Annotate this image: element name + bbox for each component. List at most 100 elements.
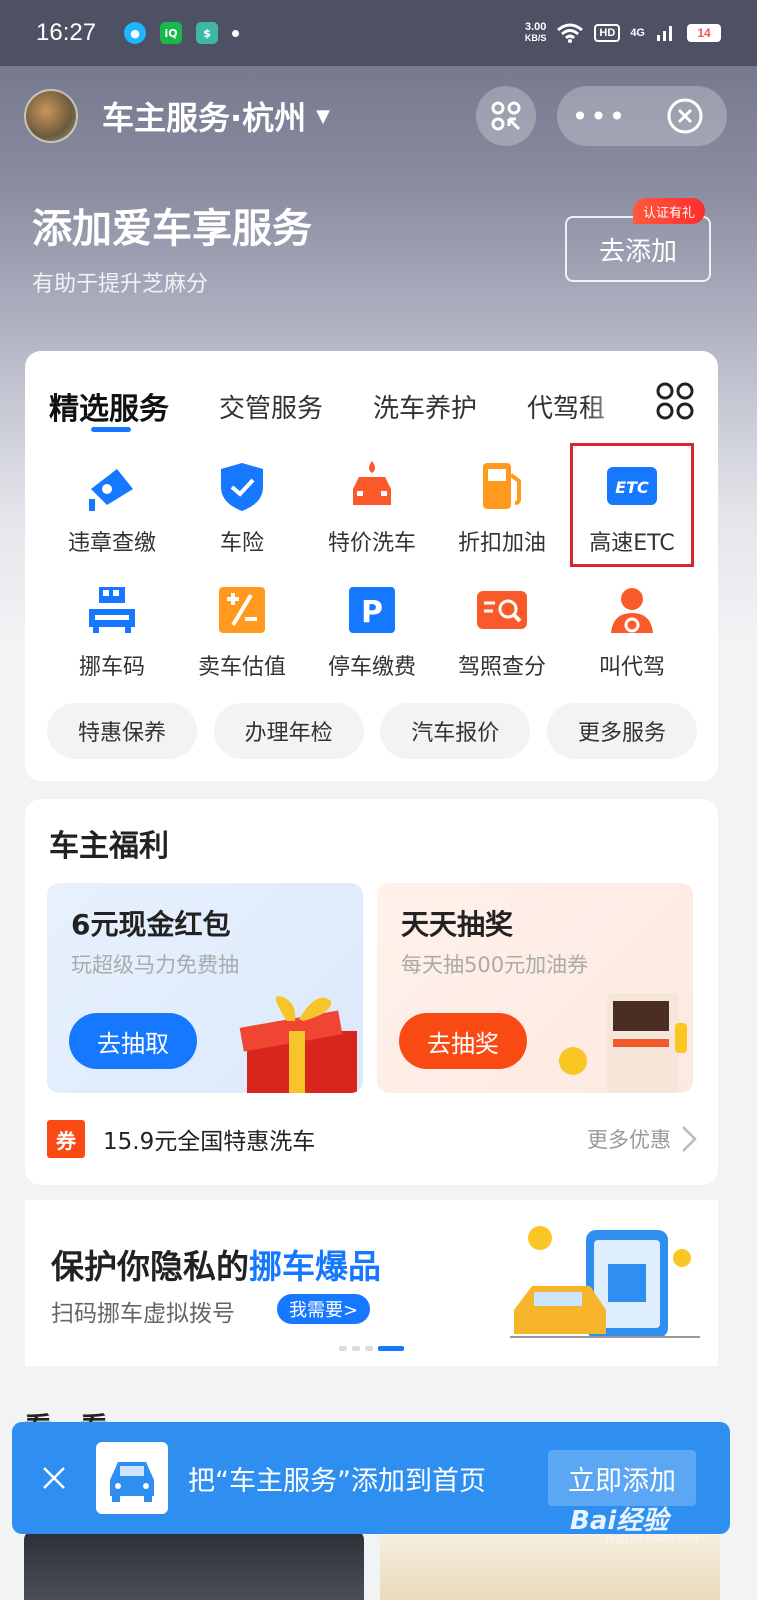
chip-maintenance[interactable]: 特惠保养 <box>47 703 197 759</box>
move-car-icon <box>85 583 139 637</box>
claim-button[interactable]: 去抽取 <box>69 1013 197 1069</box>
carousel-dot <box>339 1346 347 1351</box>
add-bar-close-button[interactable] <box>12 1465 96 1491</box>
close-icon <box>43 1467 65 1489</box>
mini-app-capsule: ••• <box>557 86 727 146</box>
signal-label: 4G <box>630 27 645 39</box>
service-move-car[interactable]: 挪车码 <box>47 583 177 680</box>
chevron-right-icon <box>682 1126 697 1152</box>
service-label: 叫代驾 <box>598 655 665 680</box>
close-button[interactable] <box>642 96 727 136</box>
service-tabs: 精选服务 交管服务 洗车养护 代驾租 <box>49 381 669 431</box>
mini-app-header: 车主服务·杭州 ▼ ••• <box>24 84 734 148</box>
draw-button[interactable]: 去抽奖 <box>399 1013 527 1069</box>
red-packet-card[interactable]: 6元现金红包 玩超级马力免费抽 去抽取 <box>47 883 363 1093</box>
city-dropdown-icon[interactable]: ▼ <box>316 106 330 127</box>
add-now-button[interactable]: 立即添加 <box>548 1450 696 1506</box>
driver-icon <box>605 583 659 637</box>
status-bar: 16:27 ● iQ $ 3.00 KB/S HD 4G 14 <box>0 0 757 66</box>
carousel-dot <box>365 1346 373 1351</box>
service-license-points[interactable]: 驾照查分 <box>437 583 567 680</box>
tab-active-indicator <box>91 427 131 432</box>
page-title[interactable]: 车主服务·杭州 <box>102 93 306 139</box>
service-label: 卖车估值 <box>197 655 286 680</box>
service-parking[interactable]: P 停车缴费 <box>307 583 437 680</box>
add-bar-text: 把“车主服务”添加到首页 <box>188 1465 486 1497</box>
camera-icon <box>85 459 139 513</box>
car-wash-icon <box>345 459 399 513</box>
banner-title-highlight: 挪车爆品 <box>249 1247 381 1286</box>
service-label: 驾照查分 <box>457 655 546 680</box>
content-thumbnail[interactable] <box>24 1530 364 1600</box>
grid-icon <box>656 382 694 420</box>
service-violation[interactable]: 违章查缴 <box>47 459 177 556</box>
service-fuel[interactable]: 折扣加油 <box>437 459 567 556</box>
avatar[interactable] <box>24 89 78 143</box>
wallet-icon: $ <box>196 22 219 44</box>
banner-title-prefix: 保护你隐私的 <box>51 1247 249 1286</box>
calculator-icon <box>215 583 269 637</box>
more-button[interactable]: ••• <box>557 100 642 133</box>
all-tabs-button[interactable] <box>655 381 695 421</box>
more-deals-link[interactable]: 更多优惠 <box>587 1124 697 1154</box>
app-icon <box>96 1442 168 1514</box>
net-speed-value: 3.00 <box>524 21 547 33</box>
chip-more-services[interactable]: 更多服务 <box>546 703 697 759</box>
license-search-icon <box>475 583 529 637</box>
watermark-logo: Bai经验 <box>570 1506 669 1536</box>
notification-dot-icon <box>232 29 240 37</box>
more-deals-label: 更多优惠 <box>587 1128 671 1152</box>
battery-indicator: 14 <box>687 24 721 42</box>
scan-icon <box>491 101 521 131</box>
service-insurance[interactable]: 车险 <box>177 459 307 556</box>
service-label: 特价洗车 <box>327 531 416 556</box>
etc-icon: ETC <box>605 459 659 513</box>
watermark-url: jingyan.baidu.com <box>606 1534 699 1545</box>
status-right: 3.00 KB/S HD 4G 14 <box>525 22 721 44</box>
banner-cta-button[interactable]: 我需要> <box>277 1294 371 1324</box>
lottery-subtitle: 每天抽500元加油券 <box>401 953 589 977</box>
tab-traffic[interactable]: 交管服务 <box>219 388 323 425</box>
shield-icon <box>215 459 269 513</box>
daily-lottery-card[interactable]: 天天抽奖 每天抽500元加油券 去抽奖 <box>377 883 693 1093</box>
coupon-text: 15.9元全国特惠洗车 <box>103 1129 316 1155</box>
tab-featured[interactable]: 精选服务 <box>49 384 169 428</box>
chip-car-price[interactable]: 汽车报价 <box>380 703 531 759</box>
welfare-title: 车主福利 <box>49 829 169 864</box>
service-etc[interactable]: ETC 高速ETC <box>567 443 697 567</box>
promo-banner[interactable]: 保护你隐私的挪车爆品 扫码挪车虚拟拨号 我需要> <box>25 1200 718 1366</box>
service-carwash[interactable]: 特价洗车 <box>307 459 437 556</box>
banner-title: 保护你隐私的挪车爆品 <box>51 1240 381 1288</box>
carousel-dot-active <box>378 1346 404 1351</box>
reward-badge: 认证有礼 <box>633 198 706 224</box>
service-label: 高速ETC <box>589 531 675 556</box>
service-label: 车险 <box>219 531 264 556</box>
red-packet-subtitle: 玩超级马力免费抽 <box>71 953 239 977</box>
chip-annual-inspection[interactable]: 办理年检 <box>213 703 364 759</box>
service-grid: 违章查缴 车险 特价洗车 折扣加油 ETC 高速ETC 挪车码 卖车估值 P 停… <box>47 443 697 680</box>
service-label: 违章查缴 <box>67 531 156 556</box>
red-packet-title: 6元现金红包 <box>71 908 231 941</box>
coupon-row[interactable]: 券 15.9元全国特惠洗车 更多优惠 <box>47 1119 697 1159</box>
service-valuation[interactable]: 卖车估值 <box>177 583 307 680</box>
scan-button[interactable] <box>476 86 536 146</box>
tab-carwash[interactable]: 洗车养护 <box>373 388 477 425</box>
promo-subtitle: 有助于提升芝麻分 <box>32 272 209 297</box>
lottery-title: 天天抽奖 <box>401 908 514 941</box>
carousel-dot <box>352 1346 360 1351</box>
service-label: 挪车码 <box>78 655 145 680</box>
fuel-station-icon <box>559 993 687 1093</box>
phone-car-illustration <box>510 1226 700 1338</box>
parking-icon: P <box>345 583 399 637</box>
close-circle-icon <box>667 98 702 134</box>
service-designated-driver[interactable]: 叫代驾 <box>567 583 697 680</box>
net-speed-unit: KB/S <box>524 33 547 43</box>
services-card: 精选服务 交管服务 洗车养护 代驾租 违章查缴 车险 特价洗车 折扣加油 ETC… <box>25 351 718 781</box>
add-car-button[interactable]: 去添加 <box>565 216 711 282</box>
service-label: 折扣加油 <box>457 531 546 556</box>
tab-fade <box>585 379 655 435</box>
etc-icon-text: ETC <box>615 478 649 497</box>
quick-chips: 特惠保养 办理年检 汽车报价 更多服务 <box>47 703 697 759</box>
iqiyi-icon: iQ <box>160 22 183 44</box>
welfare-card: 车主福利 6元现金红包 玩超级马力免费抽 去抽取 天天抽奖 每天抽500元加油券… <box>25 799 718 1185</box>
